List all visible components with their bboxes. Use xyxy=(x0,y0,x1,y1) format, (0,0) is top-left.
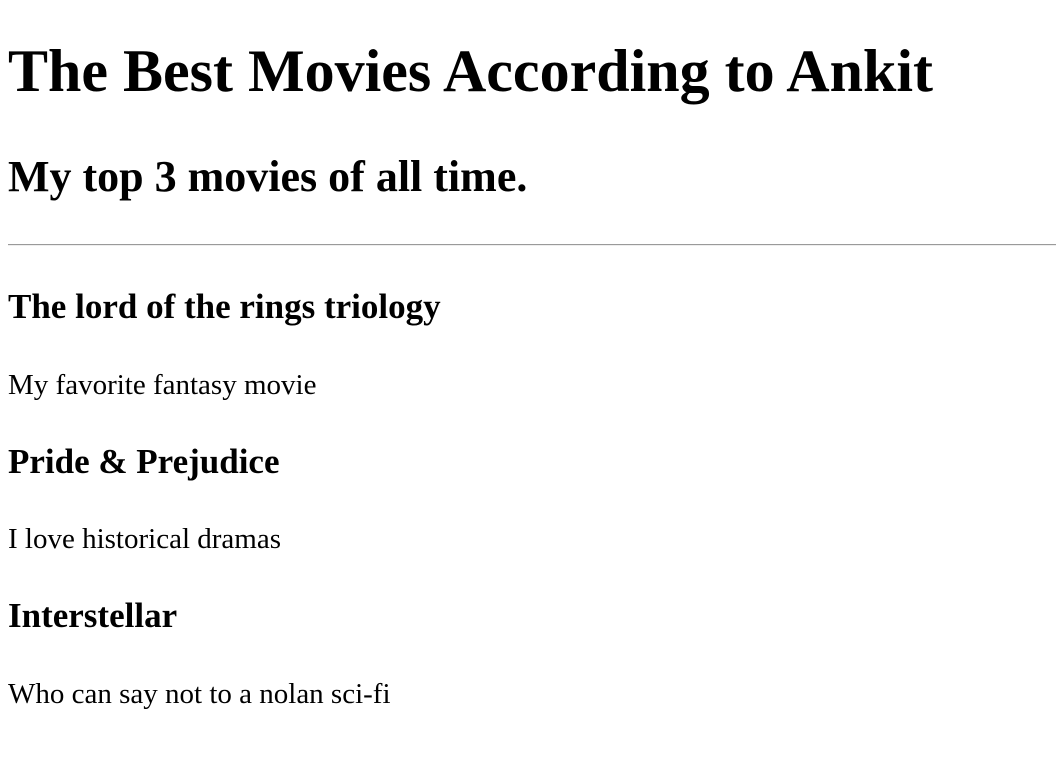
page-title: The Best Movies According to Ankit xyxy=(8,38,933,104)
horizontal-divider xyxy=(8,244,1056,246)
movie-description: My favorite fantasy movie xyxy=(8,369,317,401)
movie-title: The lord of the rings triology xyxy=(8,287,441,326)
page: The Best Movies According to Ankit My to… xyxy=(0,0,1056,770)
movie-title: Pride & Prejudice xyxy=(8,442,280,481)
movie-title: Interstellar xyxy=(8,596,178,635)
movie-description: Who can say not to a nolan sci-fi xyxy=(8,678,391,710)
page-subtitle: My top 3 movies of all time. xyxy=(8,152,528,201)
movie-description: I love historical dramas xyxy=(8,523,281,555)
